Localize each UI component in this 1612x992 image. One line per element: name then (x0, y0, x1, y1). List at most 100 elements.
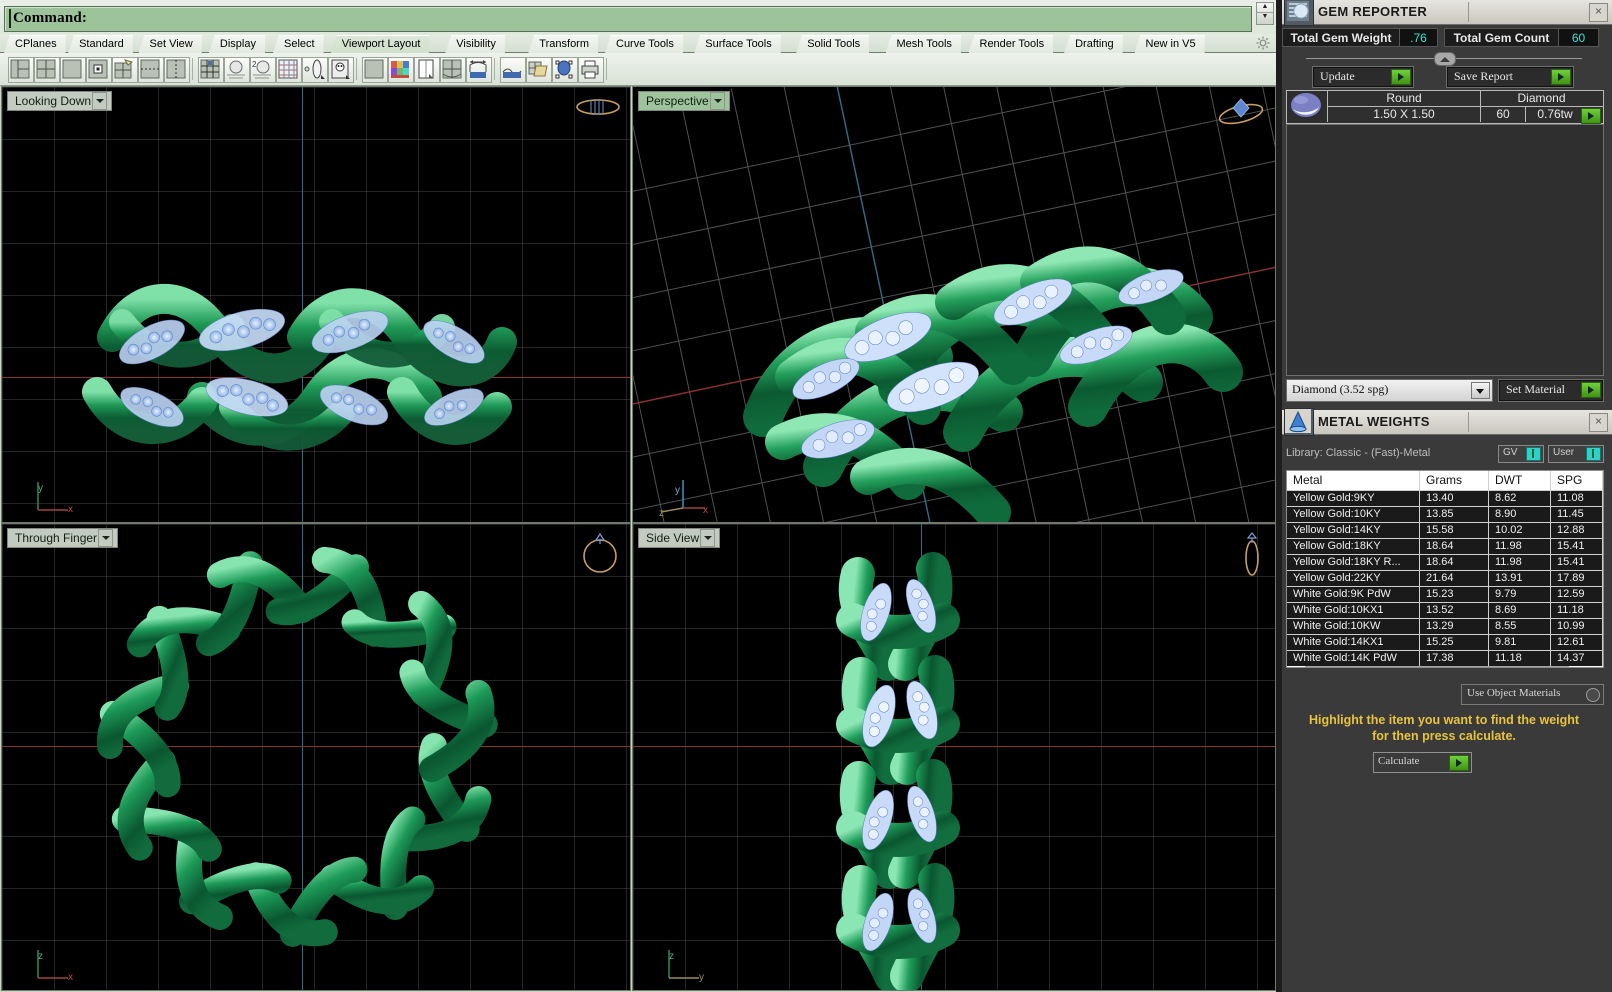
tab-mesh-tools[interactable]: Mesh Tools (886, 35, 961, 53)
tab-select[interactable]: Select (273, 35, 324, 53)
command-history-spinner[interactable]: ▲ ▼ (1256, 2, 1274, 25)
split-horizontal-icon[interactable] (138, 57, 164, 83)
tab-drafting[interactable]: Drafting (1064, 35, 1123, 53)
open-layout-icon[interactable] (526, 57, 552, 83)
tab-render-tools[interactable]: Render Tools (969, 35, 1054, 53)
grid-settings-icon[interactable] (276, 57, 302, 83)
tab-curve-tools[interactable]: Curve Tools (605, 35, 683, 53)
gv-toggle-label: GV (1503, 447, 1517, 458)
metal-cell: 8.69 (1489, 603, 1551, 618)
update-button[interactable]: Update (1312, 66, 1414, 88)
point-icon[interactable] (302, 57, 328, 83)
metal-col-header-spg[interactable]: SPG (1551, 471, 1603, 490)
metal-weights-table[interactable]: ▲ ▼ ‹ › MetalGramsDWTSPGYellow Gold:9KY1… (1286, 470, 1604, 668)
tab-display[interactable]: Display (209, 35, 265, 53)
user-toggle-switch[interactable] (1586, 447, 1601, 461)
metal-col-header-metal[interactable]: Metal (1287, 471, 1420, 490)
tab-new-in-v5[interactable]: New in V5 (1135, 35, 1205, 53)
table-row[interactable]: Yellow Gold:18KY R...18.6411.9815.41 (1287, 555, 1603, 570)
table-row[interactable]: White Gold:14K PdW17.3811.1814.37 (1287, 651, 1603, 666)
chevron-down-icon[interactable] (710, 92, 725, 110)
calculate-go-icon[interactable] (1449, 755, 1469, 771)
print-icon[interactable] (578, 57, 604, 83)
render-preview-icon[interactable]: 2 (250, 57, 276, 83)
chevron-down-icon[interactable] (1471, 382, 1490, 399)
table-row[interactable]: White Gold:10KW13.298.5510.99 (1287, 619, 1603, 634)
save-report-go-icon[interactable] (1551, 69, 1571, 85)
single-viewport-icon[interactable] (60, 57, 86, 83)
gv-toggle-switch[interactable] (1526, 447, 1541, 461)
viewport-perspective[interactable]: Perspective y z x (632, 86, 1276, 523)
chevron-up-icon[interactable] (1434, 52, 1456, 66)
table-row[interactable]: Yellow Gold:22KY21.6413.9117.89 (1287, 571, 1603, 586)
new-floating-viewport-icon[interactable] (86, 57, 112, 83)
tab-label: Drafting (1075, 38, 1114, 50)
use-object-materials-button[interactable]: Use Object Materials (1461, 684, 1604, 705)
viewport-through-finger[interactable]: Through Finger z x (1, 523, 631, 991)
viewport-label-side-view[interactable]: Side View (638, 528, 720, 548)
save-report-button[interactable]: Save Report (1446, 66, 1574, 88)
metal-col-header-grams[interactable]: Grams (1420, 471, 1489, 490)
tab-transform[interactable]: Transform (528, 35, 598, 53)
four-viewport-icon[interactable] (34, 57, 60, 83)
tile-viewports-icon[interactable] (440, 57, 466, 83)
panel-divider (1276, 0, 1282, 992)
calculate-button[interactable]: Calculate (1373, 752, 1472, 773)
set-material-go-icon[interactable] (1581, 382, 1601, 398)
table-row[interactable]: Yellow Gold:9KY13.408.6211.08 (1287, 491, 1603, 506)
viewport-looking-down[interactable]: Looking Down y x (1, 86, 631, 523)
viewport-label-looking-down[interactable]: Looking Down (7, 91, 112, 111)
gem-list-area[interactable] (1286, 124, 1604, 376)
table-row[interactable]: Yellow Gold:10KY13.858.9011.45 (1287, 507, 1603, 522)
tab-standard[interactable]: Standard (68, 35, 133, 53)
spinner-down[interactable]: ▼ (1257, 13, 1273, 22)
tab-surface-tools[interactable]: Surface Tools (694, 35, 780, 53)
metal-cell: White Gold:10KX1 (1287, 603, 1420, 618)
tab-visibility[interactable]: Visibility (445, 35, 505, 53)
tab-cplanes[interactable]: CPlanes (4, 35, 66, 53)
gv-toggle[interactable]: GV (1498, 445, 1544, 463)
viewport-properties-icon[interactable] (362, 57, 388, 83)
chevron-down-icon[interactable] (92, 92, 107, 110)
close-icon[interactable]: × (1589, 3, 1608, 22)
update-go-icon[interactable] (1391, 69, 1411, 85)
ring-model-render (2, 87, 630, 522)
material-select[interactable]: Diamond (3.52 spg) (1286, 379, 1493, 402)
split-viewport-vertical-icon[interactable] (8, 57, 34, 83)
place-view-icon[interactable] (552, 57, 578, 83)
metal-col-header-dwt[interactable]: DWT (1489, 471, 1551, 490)
page-layout-icon[interactable] (414, 57, 440, 83)
split-vertical-icon[interactable] (164, 57, 190, 83)
command-input[interactable]: Command: (4, 6, 1252, 32)
synchronize-views-icon[interactable] (198, 57, 224, 83)
table-row[interactable]: Yellow Gold:18KY18.6411.9815.41 (1287, 539, 1603, 554)
copy-viewport-icon[interactable] (112, 57, 138, 83)
close-icon[interactable]: × (1589, 413, 1608, 432)
chevron-down-icon[interactable] (700, 529, 715, 547)
set-material-button[interactable]: Set Material (1498, 379, 1604, 402)
table-row[interactable]: Yellow Gold:14KY15.5810.0212.88 (1287, 523, 1603, 538)
chevron-down-icon[interactable] (98, 529, 113, 547)
set-view-extents-icon[interactable] (466, 57, 492, 83)
shade-viewport-icon[interactable] (224, 57, 250, 83)
viewport-side-view[interactable]: Side View z y (632, 523, 1276, 991)
spinner-up[interactable]: ▲ (1257, 3, 1273, 13)
table-row[interactable]: White Gold:9K PdW15.239.7912.59 (1287, 587, 1603, 602)
panel-collapse-handle[interactable] (1306, 52, 1582, 64)
tab-solid-tools[interactable]: Solid Tools (796, 35, 869, 53)
viewport-label-perspective[interactable]: Perspective (638, 91, 730, 111)
gear-icon[interactable] (1256, 36, 1270, 50)
user-toggle[interactable]: User (1548, 445, 1604, 463)
ring-side-view-icon (1237, 532, 1267, 580)
gem-row-go-icon[interactable] (1581, 108, 1601, 124)
toggle-knob-icon[interactable] (1586, 688, 1600, 702)
zoom-window-icon[interactable] (500, 57, 526, 83)
table-row[interactable]: White Gold:14KX115.259.8112.61 (1287, 635, 1603, 650)
table-row[interactable]: White Gold:10KX113.528.6911.18 (1287, 603, 1603, 618)
viewport-label-through-finger[interactable]: Through Finger (7, 528, 118, 548)
named-view-icon[interactable] (328, 57, 354, 83)
axis-gizmo-y-label: y (675, 485, 680, 496)
tab-viewport-layout[interactable]: Viewport Layout (331, 35, 430, 53)
tab-set-view[interactable]: Set View (139, 35, 202, 53)
color-palette-icon[interactable] (388, 57, 414, 83)
